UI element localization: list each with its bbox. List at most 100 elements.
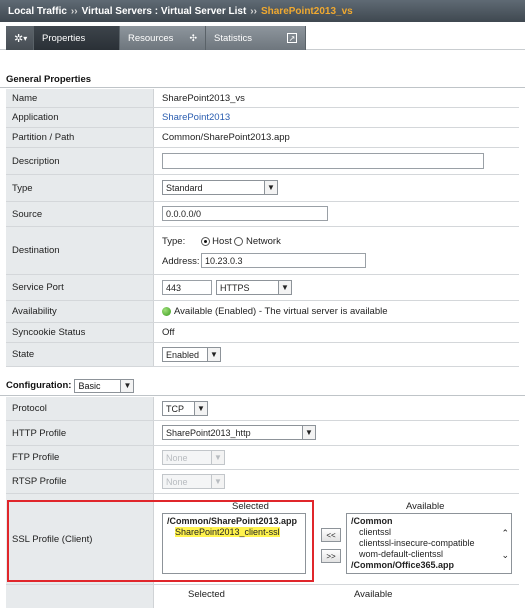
breadcrumb: Local Traffic ›› Virtual Servers : Virtu… xyxy=(0,0,525,22)
configuration-label: Configuration: xyxy=(6,380,72,391)
move-left-button[interactable]: << xyxy=(321,528,341,542)
ssl-selected-header: Selected xyxy=(232,501,269,512)
ssl-available-item[interactable]: wom-default-clientssl xyxy=(351,549,507,560)
chevron-down-icon: ▼ xyxy=(211,451,224,464)
rtsp-profile-select: None ▼ xyxy=(162,474,225,489)
row-partition: Partition / Path Common/SharePoint2013.a… xyxy=(6,128,519,148)
ssl-available-group[interactable]: /Common/Office365.app xyxy=(351,560,507,571)
ssl-available-group[interactable]: /Common xyxy=(351,516,507,527)
description-label: Description xyxy=(6,148,154,174)
source-label: Source xyxy=(6,202,154,226)
breadcrumb-current: SharePoint2013_vs xyxy=(260,5,353,17)
gear-icon: ✲ xyxy=(14,32,24,45)
breadcrumb-separator: ›› xyxy=(70,5,78,17)
host-radio-label: Host xyxy=(212,236,232,247)
ssl-available-header: Available xyxy=(406,501,445,512)
state-label: State xyxy=(6,343,154,366)
row-state: State Enabled ▼ xyxy=(6,343,519,367)
tab-resources[interactable]: Resources ✣ xyxy=(120,26,206,50)
configuration-mode-value: Basic xyxy=(78,380,101,391)
chevron-down-icon: ▼ xyxy=(194,402,207,415)
row-http-profile: HTTP Profile SharePoint2013_http ▼ xyxy=(6,421,519,446)
application-label: Application xyxy=(6,108,154,127)
move-right-button[interactable]: >> xyxy=(321,549,341,563)
gear-menu-button[interactable]: ✲ ▾ xyxy=(6,26,34,50)
chevron-down-icon: ▼ xyxy=(264,181,277,194)
chevron-down-icon: ▼ xyxy=(207,348,220,361)
breadcrumb-local-traffic[interactable]: Local Traffic xyxy=(8,6,67,17)
host-radio[interactable] xyxy=(200,236,210,246)
row-next-profile: Selected Available xyxy=(6,585,519,608)
row-syncookie: Syncookie Status Off xyxy=(6,323,519,343)
ssl-available-item[interactable]: clientssl xyxy=(351,527,507,538)
row-source: Source 0.0.0.0/0 xyxy=(6,202,519,227)
service-port-select[interactable]: HTTPS ▼ xyxy=(216,280,292,295)
row-application: Application SharePoint2013 xyxy=(6,108,519,128)
syncookie-value: Off xyxy=(156,323,519,342)
destination-label: Destination xyxy=(6,227,154,274)
ftp-profile-select-value: None xyxy=(166,452,188,463)
protocol-label: Protocol xyxy=(6,397,154,420)
breadcrumb-separator: ›› xyxy=(250,5,257,17)
breadcrumb-virtual-servers[interactable]: Virtual Servers : Virtual Server List xyxy=(82,6,247,17)
type-label: Type xyxy=(6,175,154,201)
row-service-port: Service Port 443 HTTPS ▼ xyxy=(6,275,519,301)
ssl-available-item[interactable]: clientssl-insecure-compatible xyxy=(351,538,507,549)
chevron-down-icon: ▼ xyxy=(278,281,291,294)
ftp-profile-select: None ▼ xyxy=(162,450,225,465)
chevron-down-icon[interactable]: ⌄ xyxy=(501,550,509,561)
type-select[interactable]: Standard ▼ xyxy=(162,180,278,195)
network-radio-label: Network xyxy=(246,236,281,247)
destination-type-label: Type: xyxy=(162,236,186,247)
next-profile-label xyxy=(6,585,154,608)
http-profile-select[interactable]: SharePoint2013_http ▼ xyxy=(162,425,316,440)
chevron-down-icon: ▼ xyxy=(120,379,134,392)
ssl-selected-group[interactable]: /Common/SharePoint2013.app xyxy=(167,516,301,527)
service-port-input[interactable]: 443 xyxy=(162,280,212,295)
row-protocol: Protocol TCP ▼ xyxy=(6,397,519,421)
row-availability: Availability Available (Enabled) - The v… xyxy=(6,301,519,323)
name-label: Name xyxy=(6,89,154,107)
service-port-select-value: HTTPS xyxy=(220,282,250,293)
application-link[interactable]: SharePoint2013 xyxy=(162,112,230,123)
destination-address-input[interactable]: 10.23.0.3 xyxy=(201,253,366,268)
tab-bar: ✲ ▾ Properties Resources ✣ Statistics ↗ xyxy=(0,22,525,50)
description-input[interactable] xyxy=(162,153,484,169)
rtsp-profile-select-value: None xyxy=(166,476,188,487)
row-name: Name SharePoint2013_vs xyxy=(6,89,519,108)
ssl-selected-listbox[interactable]: /Common/SharePoint2013.app SharePoint201… xyxy=(162,513,306,574)
tab-resources-label: Resources xyxy=(128,32,174,44)
chevron-up-icon[interactable]: ⌃ xyxy=(501,528,509,539)
configuration-header: Configuration: Basic ▼ xyxy=(0,376,525,396)
tab-properties[interactable]: Properties xyxy=(34,26,120,50)
row-ftp-profile: FTP Profile None ▼ xyxy=(6,446,519,470)
row-rtsp-profile: RTSP Profile None ▼ xyxy=(6,470,519,494)
ftp-profile-label: FTP Profile xyxy=(6,446,154,469)
row-ssl-profile-client: SSL Profile (Client) Selected /Common/Sh… xyxy=(6,494,519,585)
protocol-select[interactable]: TCP ▼ xyxy=(162,401,208,416)
next-available-header: Available xyxy=(354,589,393,600)
chevron-down-icon: ▼ xyxy=(211,475,224,488)
row-destination: Destination Type: Host Network Address: … xyxy=(6,227,519,275)
source-input[interactable]: 0.0.0.0/0 xyxy=(162,206,328,221)
general-properties-header: General Properties xyxy=(0,71,525,88)
popout-icon[interactable]: ↗ xyxy=(287,33,297,43)
tab-statistics-label: Statistics xyxy=(214,32,253,44)
status-available-icon xyxy=(162,307,171,316)
name-value: SharePoint2013_vs xyxy=(156,89,519,107)
next-selected-header: Selected xyxy=(188,589,225,600)
syncookie-label: Syncookie Status xyxy=(6,323,154,342)
ssl-available-listbox[interactable]: /Common clientssl clientssl-insecure-com… xyxy=(346,513,512,574)
ssl-selected-item[interactable]: SharePoint2013_client-ssl xyxy=(175,527,280,537)
network-radio[interactable] xyxy=(234,236,244,246)
tab-statistics[interactable]: Statistics ↗ xyxy=(206,26,306,50)
rtsp-profile-label: RTSP Profile xyxy=(6,470,154,493)
http-profile-select-value: SharePoint2013_http xyxy=(166,427,251,438)
service-port-label: Service Port xyxy=(6,275,154,300)
ssl-profile-client-label: SSL Profile (Client) xyxy=(6,494,154,584)
state-select[interactable]: Enabled ▼ xyxy=(162,347,221,362)
chevron-down-icon: ▼ xyxy=(302,426,315,439)
state-select-value: Enabled xyxy=(166,349,200,360)
configuration-mode-select[interactable]: Basic ▼ xyxy=(74,378,135,393)
type-select-value: Standard xyxy=(166,182,203,193)
